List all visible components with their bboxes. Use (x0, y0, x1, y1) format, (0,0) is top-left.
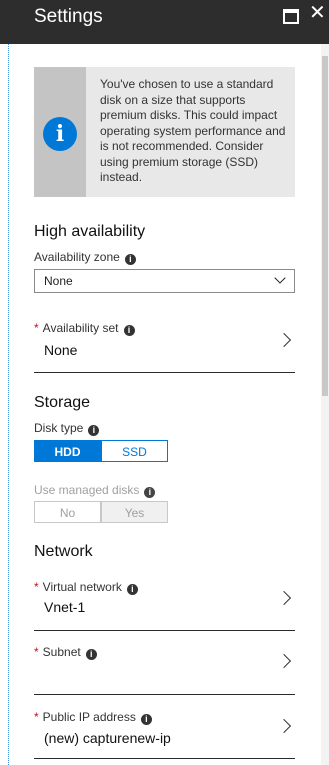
required-marker: * (34, 321, 39, 335)
info-help-icon[interactable]: i (144, 487, 156, 498)
chevron-right-icon (276, 718, 292, 734)
info-icon-panel: i (34, 67, 86, 197)
info-help-icon[interactable]: i (140, 714, 152, 725)
info-icon: i (43, 117, 77, 151)
disk-type-hdd-option[interactable]: HDD (34, 440, 101, 462)
managed-disks-label-text: Use managed disks (34, 483, 140, 497)
chevron-right-icon (276, 332, 292, 348)
info-help-icon[interactable]: i (85, 649, 97, 660)
virtual-network-label: * Virtual network i (34, 580, 138, 595)
chevron-right-icon (276, 590, 292, 606)
disk-type-toggle: HDD SSD (34, 440, 168, 462)
public-ip-row[interactable]: * Public IP address i (new) capturenew-ip (34, 694, 295, 759)
required-marker: * (34, 580, 39, 594)
public-ip-value: (new) capturenew-ip (44, 730, 171, 746)
info-help-icon[interactable]: i (123, 325, 135, 336)
info-message: You've chosen to use a standard disk on … (100, 77, 286, 184)
public-ip-label: * Public IP address i (34, 710, 152, 725)
virtual-network-value: Vnet-1 (44, 599, 86, 615)
chevron-right-icon (276, 653, 292, 669)
availability-zone-value: None (44, 274, 73, 288)
managed-disks-label: Use managed disks i (34, 483, 156, 498)
availability-zone-label: Availability zone i (34, 250, 136, 265)
virtual-network-label-text: Virtual network (42, 580, 122, 594)
disk-type-label-text: Disk type (34, 421, 84, 435)
info-help-icon[interactable]: i (88, 425, 100, 436)
close-icon[interactable]: ✕ (309, 3, 326, 23)
availability-set-label: * Availability set i (34, 321, 135, 336)
subnet-row[interactable]: * Subnet i (34, 630, 295, 695)
availability-set-row[interactable]: * Availability set i None (34, 315, 295, 373)
blade-left-border (8, 44, 9, 765)
availability-zone-label-text: Availability zone (34, 250, 120, 264)
availability-set-label-text: Availability set (42, 321, 119, 335)
required-marker: * (34, 645, 39, 659)
disk-type-ssd-option[interactable]: SSD (101, 440, 168, 462)
public-ip-label-text: Public IP address (42, 710, 136, 724)
subnet-label: * Subnet i (34, 645, 97, 660)
managed-disks-no-option[interactable]: No (34, 501, 101, 523)
managed-disks-yes-option[interactable]: Yes (101, 501, 168, 523)
availability-zone-dropdown[interactable]: None (34, 269, 295, 293)
network-heading: Network (34, 543, 93, 560)
managed-disks-toggle: No Yes (34, 501, 168, 523)
maximize-icon[interactable] (283, 9, 299, 24)
subnet-label-text: Subnet (42, 645, 81, 659)
info-help-icon[interactable]: i (126, 584, 138, 595)
high-availability-heading: High availability (34, 223, 146, 240)
required-marker: * (34, 710, 39, 724)
disk-type-label: Disk type i (34, 421, 100, 436)
blade-header: Settings ✕ (0, 0, 329, 44)
storage-heading: Storage (34, 394, 91, 411)
availability-set-value: None (44, 342, 78, 358)
blade-title: Settings (34, 6, 103, 27)
info-help-icon[interactable]: i (124, 254, 136, 265)
scrollbar-thumb[interactable] (322, 56, 328, 396)
virtual-network-row[interactable]: * Virtual network i Vnet-1 (34, 571, 295, 631)
chevron-down-icon (274, 272, 286, 284)
info-banner: i You've chosen to use a standard disk o… (34, 67, 295, 197)
